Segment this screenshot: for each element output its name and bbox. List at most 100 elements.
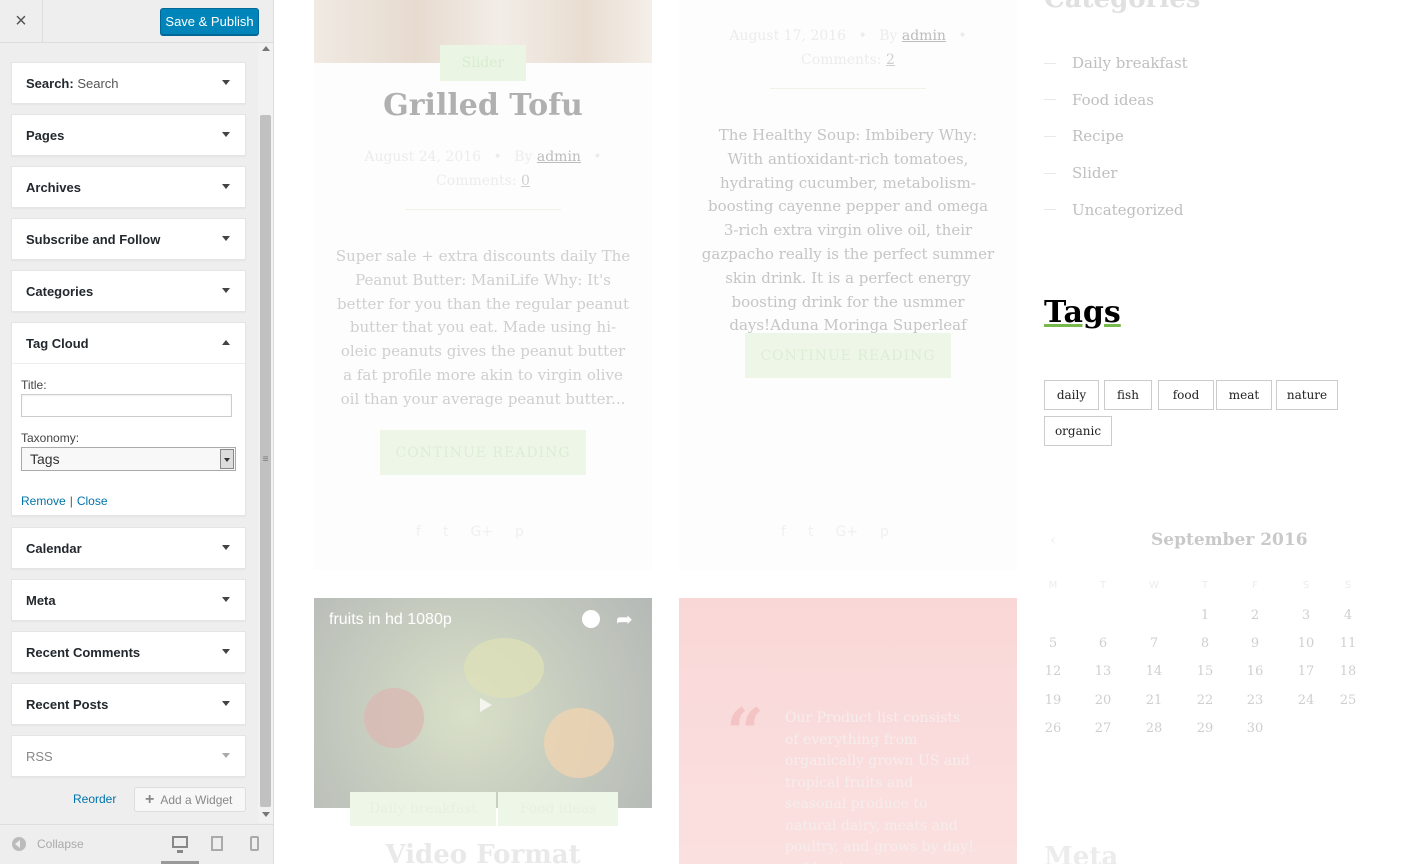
facebook-icon[interactable]: f: [781, 524, 786, 540]
widget-pages[interactable]: Pages: [11, 114, 246, 156]
category-badge[interactable]: Food ideas: [498, 792, 618, 826]
chevron-down-icon[interactable]: [222, 701, 230, 706]
chevron-down-icon[interactable]: [222, 236, 230, 241]
chevron-down-icon[interactable]: [222, 753, 230, 758]
continue-reading-button[interactable]: CONTINUE READING: [380, 430, 586, 475]
video-embed[interactable]: fruits in hd 1080p ➦: [314, 598, 652, 808]
sidebar-scrollbar[interactable]: ≡: [258, 43, 273, 823]
post-author[interactable]: admin: [902, 28, 946, 44]
category-item[interactable]: Food ideas: [1044, 82, 1188, 119]
twitter-icon[interactable]: t: [443, 524, 449, 540]
google-plus-icon[interactable]: G+: [835, 524, 858, 540]
category-badge[interactable]: Daily breakfast: [350, 792, 496, 826]
widget-actions: Remove | Close: [21, 494, 108, 508]
chevron-down-icon[interactable]: [222, 132, 230, 137]
widget-title: Recent Posts: [26, 697, 109, 712]
widget-header[interactable]: Tag Cloud: [12, 323, 245, 363]
tag-item[interactable]: organic: [1044, 416, 1112, 446]
play-icon[interactable]: [473, 694, 499, 716]
chevron-down-icon[interactable]: [222, 649, 230, 654]
comments-label: Comments:: [436, 173, 517, 189]
post-meta: August 24, 2016 • By admin • Comments: 0: [364, 149, 602, 189]
tablet-icon[interactable]: [211, 836, 223, 851]
widget-meta[interactable]: Meta: [11, 579, 246, 621]
comments-count[interactable]: 2: [886, 52, 895, 68]
chevron-down-icon[interactable]: [222, 184, 230, 189]
widget-title: Tag Cloud: [26, 336, 89, 351]
separator: |: [69, 494, 73, 508]
share-icon[interactable]: ➦: [616, 607, 633, 631]
chevron-down-icon[interactable]: [222, 545, 230, 550]
tag-item[interactable]: food: [1158, 380, 1214, 410]
calendar-weekday: T: [1099, 580, 1107, 591]
chevron-down-icon[interactable]: [222, 80, 230, 85]
category-item[interactable]: Uncategorized: [1044, 191, 1188, 228]
widget-recent-posts[interactable]: Recent Posts: [11, 683, 246, 725]
widget-header[interactable]: Subscribe and Follow: [12, 219, 245, 259]
save-publish-button[interactable]: Save & Publish: [160, 8, 259, 35]
widget-subscribe[interactable]: Subscribe and Follow: [11, 218, 246, 260]
video-title[interactable]: fruits in hd 1080p: [329, 611, 452, 629]
taxonomy-select[interactable]: Tags: [21, 447, 236, 471]
widget-header[interactable]: Categories: [12, 271, 245, 311]
widget-rss[interactable]: RSS: [11, 735, 246, 777]
calendar-day: 12: [1044, 664, 1062, 680]
widget-header[interactable]: Pages: [12, 115, 245, 155]
watch-later-icon[interactable]: [582, 610, 600, 628]
calendar-day: 6: [1098, 636, 1108, 652]
post-author[interactable]: admin: [537, 149, 581, 165]
category-item[interactable]: Daily breakfast: [1044, 45, 1188, 82]
chevron-down-icon[interactable]: [222, 288, 230, 293]
category-badge[interactable]: Slider: [440, 45, 526, 81]
twitter-icon[interactable]: t: [808, 524, 814, 540]
widget-header[interactable]: Archives: [12, 167, 245, 207]
chevron-left-icon[interactable]: ‹: [1050, 530, 1056, 549]
widget-tag-cloud[interactable]: Tag Cloud Title: Taxonomy: Tags Remove | C…: [11, 322, 246, 516]
scroll-down-icon[interactable]: [262, 812, 270, 817]
scroll-up-icon[interactable]: [262, 46, 270, 51]
facebook-icon[interactable]: f: [416, 524, 421, 540]
title-input[interactable]: [21, 394, 232, 417]
widget-header[interactable]: Meta: [12, 580, 245, 620]
comments-count[interactable]: 0: [521, 173, 530, 189]
mobile-icon[interactable]: [250, 836, 259, 851]
add-widget-button[interactable]: + Add a Widget: [134, 787, 246, 812]
post-title[interactable]: Grilled Tofu: [314, 88, 652, 123]
tag-item[interactable]: daily: [1044, 380, 1099, 410]
reorder-link[interactable]: Reorder: [73, 792, 116, 806]
widget-recent-comments[interactable]: Recent Comments: [11, 631, 246, 673]
collapse-button[interactable]: Collapse: [12, 837, 84, 851]
calendar-day: 11: [1339, 636, 1357, 652]
tag-item[interactable]: meat: [1216, 380, 1272, 410]
scrollbar-thumb[interactable]: ≡: [260, 115, 271, 807]
calendar-day: 3: [1301, 608, 1311, 623]
widget-archives[interactable]: Archives: [11, 166, 246, 208]
post-title[interactable]: Video Format: [314, 840, 652, 864]
continue-reading-button[interactable]: CONTINUE READING: [745, 333, 951, 378]
widget-header[interactable]: Search: Search: [12, 63, 245, 103]
widget-search[interactable]: Search: Search: [11, 62, 246, 104]
category-item[interactable]: Slider: [1044, 155, 1188, 192]
calendar-weekday: W: [1149, 580, 1159, 591]
widget-header[interactable]: Recent Comments: [12, 632, 245, 672]
close-icon[interactable]: ×: [0, 0, 43, 43]
tag-item[interactable]: fish: [1104, 380, 1152, 410]
category-item[interactable]: Recipe: [1044, 118, 1188, 155]
remove-link[interactable]: Remove: [21, 494, 66, 508]
chevron-down-icon[interactable]: [220, 449, 234, 469]
desktop-icon[interactable]: [172, 836, 188, 853]
widget-header[interactable]: Calendar: [12, 528, 245, 568]
widget-header[interactable]: Recent Posts: [12, 684, 245, 724]
pinterest-icon[interactable]: p: [515, 524, 524, 540]
chevron-down-icon[interactable]: [222, 597, 230, 602]
widget-header[interactable]: RSS: [12, 736, 245, 776]
chevron-up-icon[interactable]: [222, 340, 230, 345]
close-link[interactable]: Close: [77, 494, 108, 508]
google-plus-icon[interactable]: G+: [470, 524, 493, 540]
widget-calendar[interactable]: Calendar: [11, 527, 246, 569]
video-thumbnail-shape: [364, 688, 424, 748]
pinterest-icon[interactable]: p: [880, 524, 889, 540]
calendar-day: 7: [1149, 636, 1159, 652]
tag-item[interactable]: nature: [1276, 380, 1338, 410]
widget-categories[interactable]: Categories: [11, 270, 246, 312]
